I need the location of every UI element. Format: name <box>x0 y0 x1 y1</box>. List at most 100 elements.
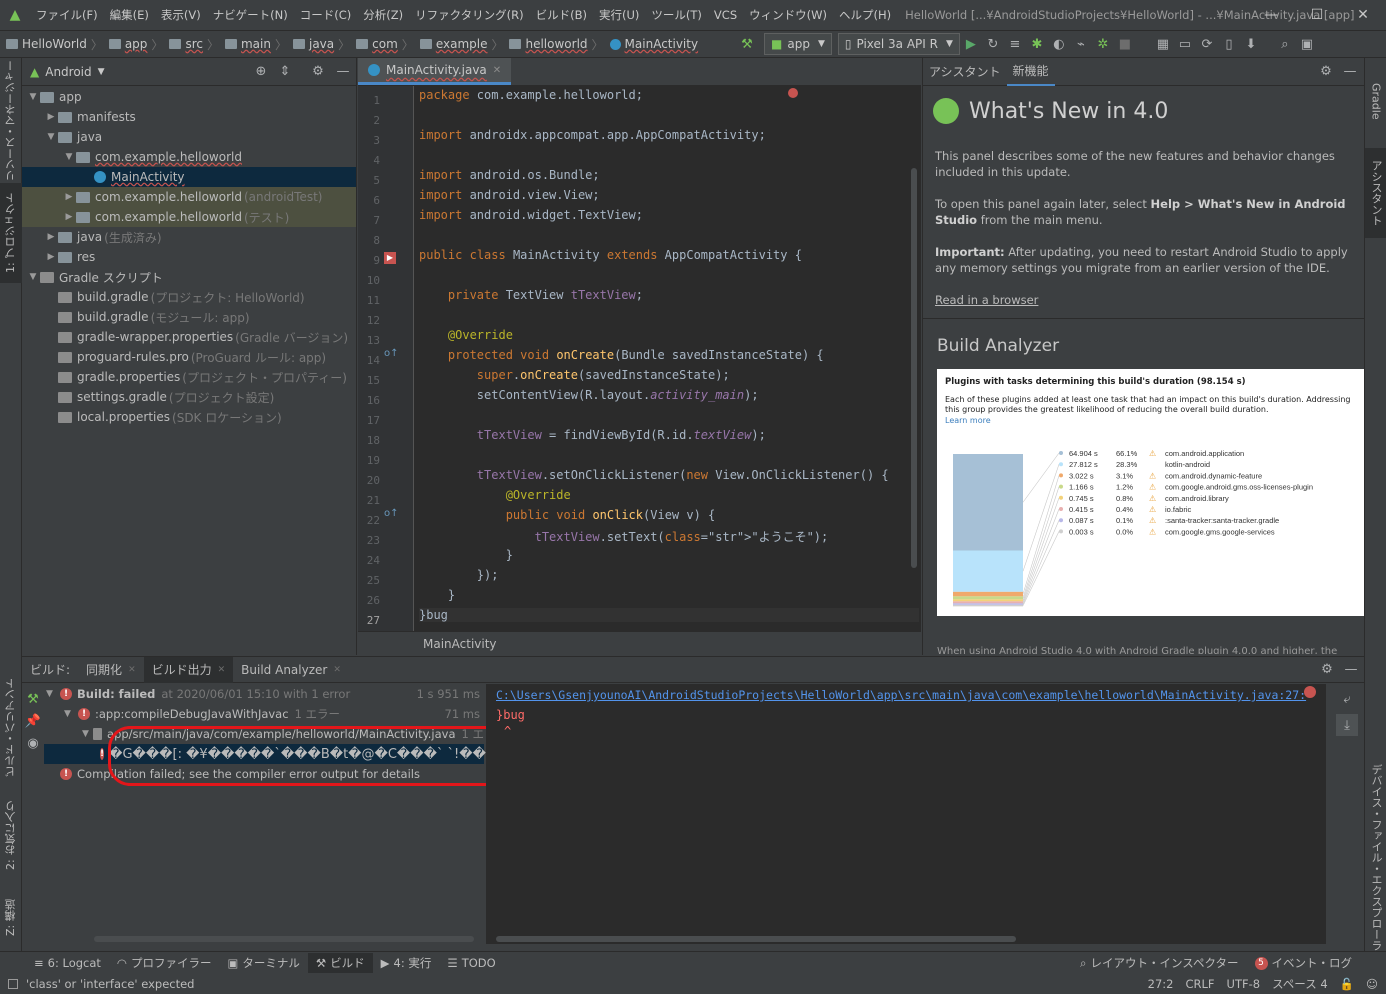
close-icon[interactable]: ✕ <box>1340 0 1386 30</box>
tree-item[interactable]: ▶ java (生成済み) <box>22 227 356 247</box>
breadcrumb-item[interactable]: app 〉 <box>103 36 163 53</box>
tab-whats-new[interactable]: 新機能 <box>1006 58 1055 86</box>
bottom-tab[interactable]: ▶ 4: 実行 <box>373 953 440 973</box>
locate-icon[interactable]: ⊕ <box>250 61 272 83</box>
expand-arrow-icon[interactable]: ▼ <box>44 132 58 142</box>
build-variants-tab[interactable]: ビルド・バリアント <box>0 678 22 778</box>
eye-icon[interactable]: ◉ <box>22 732 44 754</box>
expand-arrow-icon[interactable]: ▶ <box>44 232 58 242</box>
tree-item[interactable]: MainActivity <box>22 167 356 187</box>
debug-icon[interactable]: ✱ <box>1026 33 1048 55</box>
resource-manager-tab[interactable]: リソース・マネージャー <box>0 61 22 182</box>
code-line[interactable]: import android.os.Bundle; <box>419 168 600 182</box>
code-line[interactable]: package com.example.helloworld; <box>419 88 643 102</box>
hide-icon[interactable]: — <box>1339 61 1361 83</box>
bottom-tab[interactable]: ☰ TODO <box>439 953 503 973</box>
run-icon[interactable]: ▶ <box>960 33 982 55</box>
menu-item[interactable]: 編集(E) <box>104 7 155 23</box>
gear-icon[interactable]: ⚙ <box>1316 659 1338 681</box>
menu-item[interactable]: リファクタリング(R) <box>409 7 530 23</box>
read-in-browser-link[interactable]: Read in a browser <box>935 292 1357 308</box>
menu-item[interactable]: 表示(V) <box>155 7 207 23</box>
bottom-tab[interactable]: ⚒ ビルド <box>307 953 373 973</box>
chart-bar-segment[interactable] <box>953 596 1023 600</box>
tree-item[interactable]: ▶ manifests <box>22 107 356 127</box>
code-line[interactable]: }); <box>419 568 499 582</box>
chart-bar-segment[interactable] <box>953 454 1023 551</box>
stop-icon[interactable]: ■ <box>1114 33 1136 55</box>
layout-inspector-icon[interactable]: ▭ <box>1174 33 1196 55</box>
code-line[interactable]: import android.widget.TextView; <box>419 208 643 222</box>
code-line[interactable]: }bug <box>419 608 919 622</box>
tab-mainactivity[interactable]: MainActivity.java ✕ <box>358 58 512 85</box>
menu-item[interactable]: 実行(U) <box>593 7 645 23</box>
close-tab-icon[interactable]: ✕ <box>218 665 226 675</box>
tab-sync[interactable]: 同期化 ✕ <box>78 657 144 683</box>
layout-inspector-tab[interactable]: ⌕ レイアウト・インスペクター <box>1072 953 1246 973</box>
hide-icon[interactable]: — <box>332 61 354 83</box>
expand-arrow-icon[interactable]: ▼ <box>64 709 78 719</box>
breadcrumb-item[interactable]: java 〉 <box>287 36 350 53</box>
menu-item[interactable]: ヘルプ(H) <box>833 7 897 23</box>
error-indicator-icon[interactable] <box>788 88 798 98</box>
tree-item[interactable]: gradle-wrapper.properties (Gradle バージョン) <box>22 327 356 347</box>
code-line[interactable]: } <box>419 588 455 602</box>
soft-wrap-icon[interactable]: ⤶ <box>1336 688 1358 710</box>
scroll-to-end-icon[interactable]: ⤓ <box>1336 714 1358 736</box>
file-encoding[interactable]: UTF-8 <box>1227 977 1261 991</box>
favorites-tab[interactable]: 2: お気に入り <box>0 793 22 878</box>
console-scrollbar[interactable] <box>496 936 1016 942</box>
assistant-tab[interactable]: アシスタント <box>1365 148 1386 238</box>
project-tab[interactable]: 1: プロジェクト <box>0 183 22 283</box>
breadcrumb-item[interactable]: src 〉 <box>163 36 219 53</box>
override-gutter-icon[interactable]: o↑ <box>384 348 399 359</box>
code-line[interactable]: @Override <box>419 328 513 342</box>
code-line[interactable]: protected void onCreate(Bundle savedInst… <box>419 348 824 362</box>
expand-arrow-icon[interactable]: ▼ <box>82 729 93 739</box>
expand-arrow-icon[interactable]: ▼ <box>46 689 60 699</box>
tree-item[interactable]: gradle.properties (プロジェクト・プロパティー) <box>22 367 356 387</box>
code-line[interactable]: @Override <box>419 488 571 502</box>
tab-build-analyzer[interactable]: Build Analyzer ✕ <box>233 657 349 683</box>
breadcrumb-item[interactable]: main 〉 <box>219 36 287 53</box>
structure-tab[interactable]: Z: 構造 <box>0 888 22 948</box>
tree-item[interactable]: ▶ com.example.helloworld (androidTest) <box>22 187 356 207</box>
code-line[interactable]: private TextView tTextView; <box>419 288 643 302</box>
tree-item[interactable]: build.gradle (プロジェクト: HelloWorld) <box>22 287 356 307</box>
build-tree-item[interactable]: ▼! Build: failed at 2020/06/01 15:10 with … <box>44 684 484 704</box>
tree-item[interactable]: ▶ res <box>22 247 356 267</box>
override-gutter-icon[interactable]: o↑ <box>384 508 399 519</box>
run-gutter-icon[interactable]: ▶ <box>384 252 396 264</box>
error-file-link[interactable]: C:\Users\GsenjyounoAI\AndroidStudioProje… <box>496 688 1306 702</box>
expand-arrow-icon[interactable]: ▶ <box>44 112 58 122</box>
code-line[interactable]: setContentView(R.layout.activity_main); <box>419 388 759 402</box>
breadcrumb-item[interactable]: MainActivity <box>604 37 698 51</box>
code-line[interactable]: public class MainActivity extends AppCom… <box>419 248 802 262</box>
tree-item[interactable]: settings.gradle (プロジェクト設定) <box>22 387 356 407</box>
tree-item[interactable]: ▶ com.example.helloworld (テスト) <box>22 207 356 227</box>
gear-icon[interactable]: ⚙ <box>307 61 329 83</box>
code-line[interactable]: tTextView.setOnClickListener(new View.On… <box>419 468 889 482</box>
gradle-tab[interactable]: Gradle <box>1365 66 1386 136</box>
bottom-tab[interactable]: ▣ ターミナル <box>219 953 307 973</box>
apply-changes-icon[interactable]: ↻ <box>982 33 1004 55</box>
tab-assistant[interactable]: アシスタント <box>923 63 1007 80</box>
breadcrumb-item[interactable]: HelloWorld 〉 <box>0 36 103 53</box>
project-structure-icon[interactable]: ▦ <box>1152 33 1174 55</box>
chevron-down-icon[interactable]: ▼ <box>98 67 105 77</box>
sdk-manager-icon[interactable]: ⬇ <box>1240 33 1262 55</box>
expand-arrow-icon[interactable]: ▼ <box>26 272 40 282</box>
caret-position[interactable]: 27:2 <box>1148 977 1174 991</box>
close-tab-icon[interactable]: ✕ <box>128 665 136 675</box>
menu-item[interactable]: 分析(Z) <box>357 7 409 23</box>
profile-icon[interactable]: ◐ <box>1048 33 1070 55</box>
close-tab-icon[interactable]: ✕ <box>333 665 341 675</box>
event-log-tab[interactable]: 5 イベント・ログ <box>1247 953 1361 973</box>
tree-item[interactable]: ▼ com.example.helloworld <box>22 147 356 167</box>
expand-arrow-icon[interactable]: ▼ <box>62 152 76 162</box>
attach-debugger-icon[interactable]: ⌁ <box>1070 33 1092 55</box>
chart-bar-segment[interactable] <box>953 599 1023 602</box>
collapse-icon[interactable]: ⇕ <box>274 61 296 83</box>
rebuild-icon[interactable]: ⚒ <box>22 688 44 710</box>
project-view-select[interactable]: Android <box>45 65 91 79</box>
